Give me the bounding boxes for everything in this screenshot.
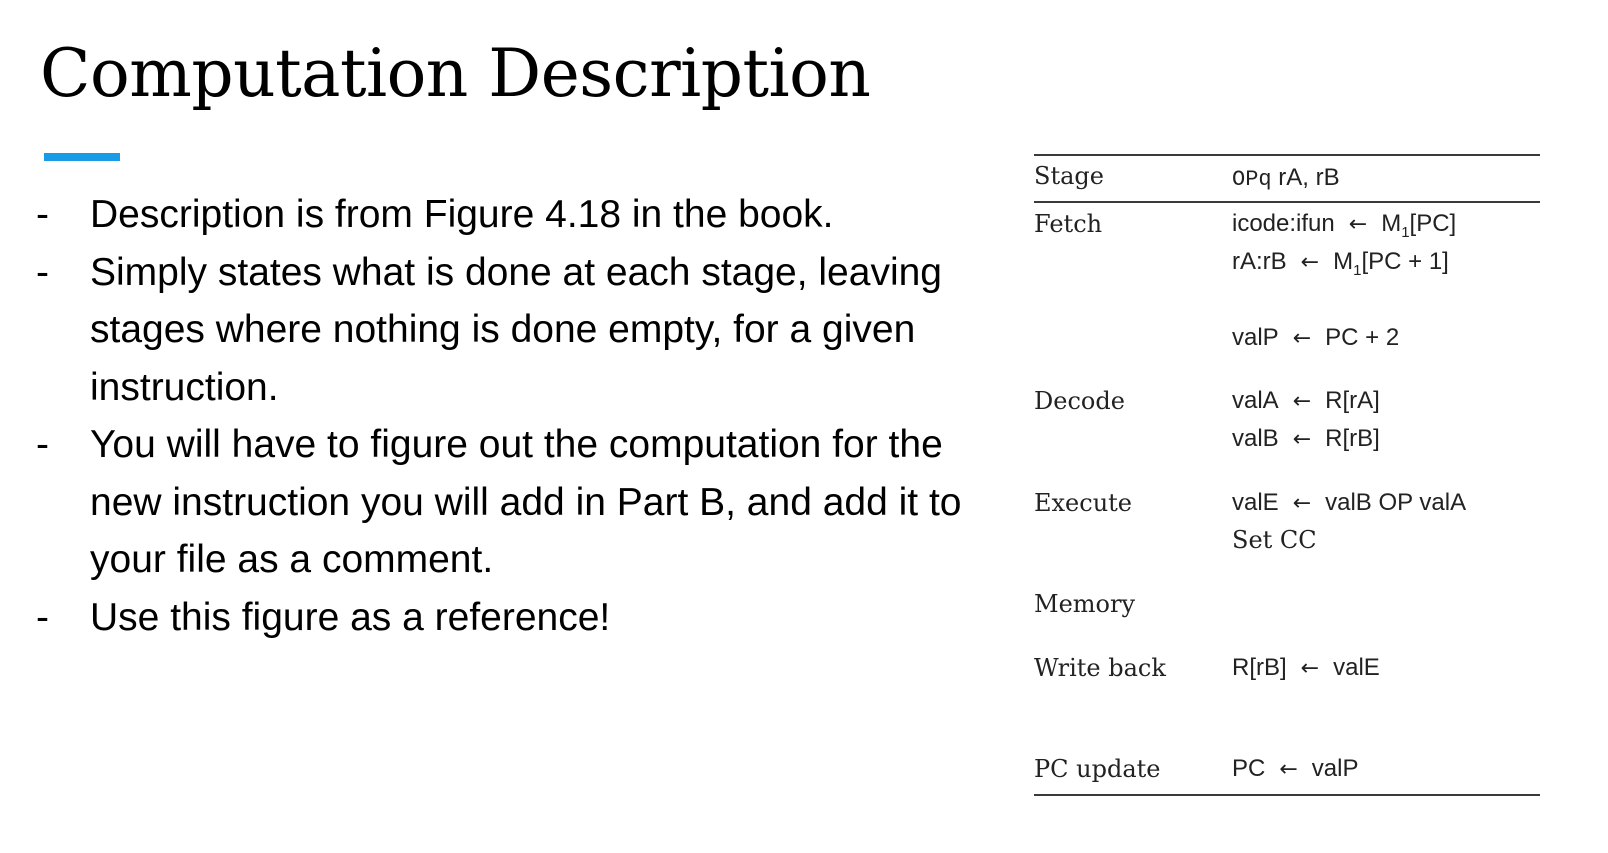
bullet-text: Simply states what is done at each stage… [90,250,942,409]
bullet-dash: - [36,193,49,236]
pcupdate-pc: PC [1232,755,1266,782]
fetch-line-3: valP ← PC + 2 [1232,324,1399,352]
bullet-dash: - [36,595,49,639]
bullet-list: - Description is from Figure 4.18 in the… [36,186,996,646]
arrow-icon: ← [1292,427,1312,452]
arrow-icon: ← [1292,326,1312,351]
execute-op: valB OP valA [1325,489,1467,516]
figure-bottom-rule [1034,794,1540,796]
header-opcode: OPq [1232,167,1272,192]
stage-execute: Execute [1034,489,1133,517]
figure-header-rule [1034,201,1540,203]
fetch-pc-plus: PC + 2 [1325,324,1400,351]
stage-fetch: Fetch [1034,210,1103,238]
bullet-item: - Simply states what is done at each sta… [36,244,996,417]
execute-vale: valE [1232,489,1279,516]
pcupdate-line-1: PC ← valP [1232,755,1358,783]
writeback-vale: valE [1333,654,1380,681]
execute-line-1: valE ← valB OP valA [1232,489,1466,517]
decode-line-2: valB ← R[rB] [1232,425,1380,453]
page-title: Computation Description [40,35,871,112]
fetch-mem-m: M [1333,248,1354,275]
writeback-line-1: R[rB] ← valE [1232,654,1380,682]
decode-valb: valB [1232,425,1279,452]
pcupdate-valp: valP [1311,755,1359,782]
execute-set-cc: Set CC [1232,526,1317,554]
fetch-icode-ifun: icode:ifun [1232,210,1335,237]
arrow-icon: ← [1292,389,1312,414]
fetch-mem-addr: [PC + 1] [1361,248,1449,275]
bullet-dash: - [36,423,49,466]
fetch-line-1: icode:ifun ← M1[PC] [1232,210,1456,241]
stage-memory: Memory [1034,590,1136,618]
header-stage-label: Stage [1034,162,1104,190]
bullet-text: Description is from Figure 4.18 in the b… [90,193,834,236]
bullet-text: You will have to figure out the computat… [90,423,962,581]
fetch-mem-m: M [1381,210,1402,237]
bullet-text: Use this figure as a reference! [90,595,611,639]
header-operands: rA, rB [1271,164,1340,191]
fetch-mem-sub: 1 [1401,223,1410,241]
decode-line-1: valA ← R[rA] [1232,387,1380,415]
arrow-icon: ← [1348,212,1368,237]
fetch-line-2: rA:rB ← M1[PC + 1] [1232,248,1449,279]
decode-vala: valA [1232,387,1279,414]
stage-pc-update: PC update [1034,755,1161,783]
stage-write-back: Write back [1034,654,1166,682]
fetch-mem-addr: [PC] [1409,210,1457,237]
arrow-icon: ← [1300,250,1320,275]
header-instruction: OPq rA, rB [1232,164,1340,192]
arrow-icon: ← [1300,656,1320,681]
fetch-ra-rb: rA:rB [1232,248,1287,275]
figure-top-rule [1034,154,1540,156]
arrow-icon: ← [1292,491,1312,516]
arrow-icon: ← [1279,757,1298,782]
bullet-item: - Description is from Figure 4.18 in the… [36,186,996,244]
fetch-valp: valP [1232,324,1279,351]
bullet-item: - You will have to figure out the comput… [36,416,996,589]
decode-reg-rb: R[rB] [1325,425,1380,452]
bullet-item: - Use this figure as a reference! [36,589,996,647]
stage-decode: Decode [1034,387,1125,415]
title-accent-bar [44,153,120,161]
decode-reg-ra: R[rA] [1325,387,1380,414]
stage-computation-figure: Stage OPq rA, rB Fetch icode:ifun ← M1[PC]… [1034,154,1540,798]
writeback-reg-rb: R[rB] [1232,654,1287,681]
bullet-dash: - [36,250,49,294]
